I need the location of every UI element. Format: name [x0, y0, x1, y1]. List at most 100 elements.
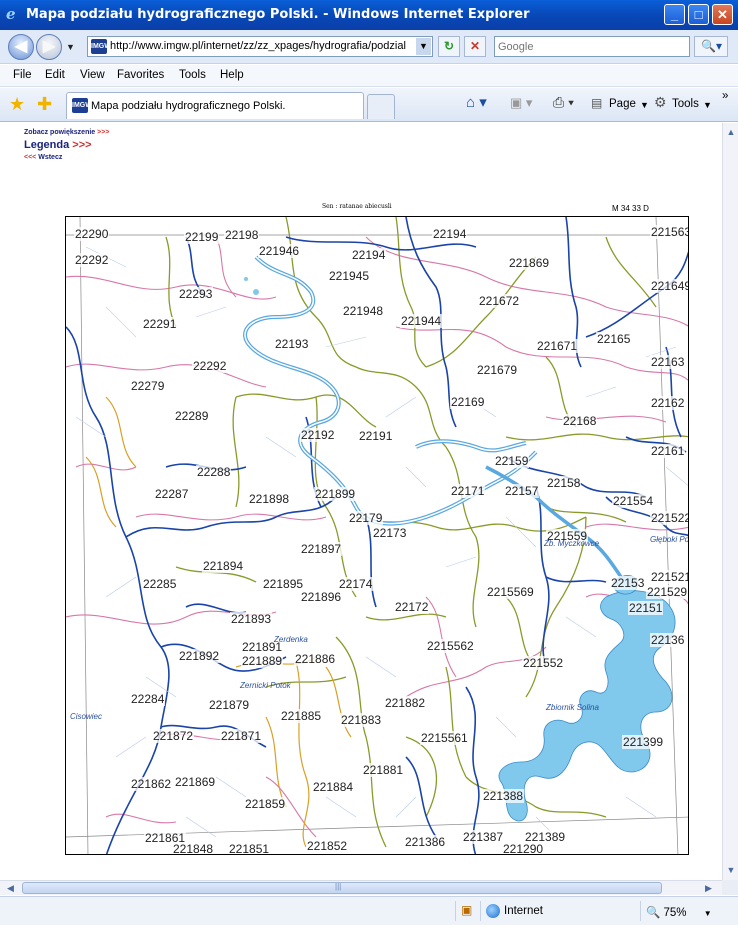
river-name-label: Zerdenka — [274, 635, 308, 644]
command-bar: ★ ✚ IMGW Mapa podziału hydrograficznego … — [0, 88, 738, 122]
river-name-label: Zbiornik Solina — [546, 703, 599, 712]
region-label: 22192 — [300, 428, 336, 442]
region-label: 22284 — [130, 692, 166, 706]
menu-view[interactable]: View — [80, 69, 105, 81]
menu-file[interactable]: File — [13, 69, 32, 81]
address-bar[interactable]: IMGW http://www.imgw.pl/internet/zz/zz_x… — [87, 36, 433, 57]
zoom-link-text: Zobacz powiększenie — [24, 129, 96, 136]
region-label: 221899 — [314, 487, 357, 501]
region-label: 22172 — [394, 600, 430, 614]
recent-pages-dropdown[interactable]: ▼ — [66, 42, 75, 52]
stop-button[interactable]: ✕ — [464, 36, 486, 57]
more-commands-button[interactable]: » — [722, 90, 728, 102]
hydrographic-map[interactable]: 22293 22291 22292 22279 22289 22288 22287 22285… — [65, 216, 689, 855]
menu-edit[interactable]: Edit — [45, 69, 65, 81]
horizontal-scroll-thumb[interactable]: ||| — [22, 882, 662, 894]
security-zone[interactable]: Internet — [504, 905, 543, 917]
region-label: 221529 — [646, 585, 688, 599]
menu-bar: File Edit View Favorites Tools Help — [0, 65, 738, 87]
tools-menu[interactable]: Tools — [672, 98, 699, 110]
back-link-text: Wstecz — [38, 154, 63, 161]
region-label: 221672 — [478, 294, 521, 308]
region-label: 22290 — [74, 227, 110, 241]
region-label: 221896 — [300, 590, 343, 604]
region-label: 221869 — [174, 775, 217, 789]
region-label: 22292 — [192, 359, 228, 373]
ie-logo-icon: e — [6, 5, 16, 23]
scroll-right-button[interactable]: ▶ — [701, 881, 716, 895]
tab-title: Mapa podziału hydrograficznego Polski. — [91, 100, 286, 112]
region-label: 221554 — [612, 494, 655, 508]
region-label: 221522 — [650, 511, 688, 525]
scroll-left-button[interactable]: ◀ — [3, 881, 18, 895]
menu-favorites[interactable]: Favorites — [117, 69, 164, 81]
address-dropdown[interactable]: ▼ — [416, 38, 431, 55]
add-favorite-icon[interactable]: ✚ — [37, 94, 52, 115]
browser-tab[interactable]: IMGW Mapa podziału hydrograficznego Pols… — [66, 92, 364, 119]
region-label: 221889 — [241, 654, 284, 668]
menu-help[interactable]: Help — [220, 69, 244, 81]
region-label: 22194 — [351, 248, 387, 262]
legend-link-text: Legenda — [24, 139, 70, 151]
zoom-level[interactable]: 🔍 75% ▼ — [646, 905, 712, 919]
menu-tools[interactable]: Tools — [179, 69, 206, 81]
back-link[interactable]: <<< Wstecz — [24, 154, 62, 161]
legend-link[interactable]: Legenda >>> — [24, 139, 92, 151]
region-label: 221859 — [244, 797, 287, 811]
home-button[interactable]: ⌂ ▾ — [466, 93, 487, 111]
print-button[interactable]: ⎙ ▾ — [553, 94, 574, 111]
page-menu[interactable]: Page — [609, 98, 636, 110]
scroll-up-button[interactable]: ▲ — [724, 125, 738, 139]
region-label: 221946 — [258, 244, 301, 258]
region-label: 2215569 — [486, 585, 535, 599]
search-input[interactable] — [498, 39, 684, 54]
region-label: 221882 — [384, 696, 427, 710]
region-label: 22287 — [154, 487, 190, 501]
zoom-value: 75% — [663, 907, 687, 919]
zoom-dropdown-chevron-down-icon: ▼ — [703, 909, 712, 918]
back-button[interactable]: ◀ — [8, 34, 34, 60]
vertical-scrollbar[interactable]: ▲ ▼ — [722, 123, 738, 880]
region-label: 22165 — [596, 332, 632, 346]
region-label: 22193 — [274, 337, 310, 351]
search-box[interactable] — [494, 36, 690, 57]
region-label: 22289 — [174, 409, 210, 423]
region-label: 221671 — [536, 339, 579, 353]
address-url[interactable]: http://www.imgw.pl/internet/zz/zz_xpages… — [110, 40, 416, 52]
region-label: 22173 — [372, 526, 408, 540]
window-title-bar[interactable]: e Mapa podziału hydrograficznego Polski.… — [0, 0, 738, 30]
zoom-link-arrows: >>> — [97, 129, 110, 136]
gear-icon: ⚙ — [654, 94, 667, 110]
region-label: 22169 — [450, 395, 486, 409]
region-label: 22161 — [650, 444, 686, 458]
feeds-button[interactable]: ▣ ▾ — [510, 95, 532, 111]
region-label: 221886 — [294, 652, 337, 666]
maximize-button[interactable]: □ — [688, 4, 709, 25]
search-button[interactable]: 🔍▾ — [694, 36, 728, 57]
refresh-button[interactable]: ↻ — [438, 36, 460, 57]
river-name-label: Głęboki Potok — [650, 535, 689, 544]
region-label: 221945 — [328, 269, 371, 283]
new-tab-button[interactable] — [367, 94, 395, 119]
region-label: 221386 — [404, 835, 447, 849]
protected-mode-icon[interactable]: ▣ — [461, 903, 477, 919]
zoom-link[interactable]: Zobacz powiększenie >>> — [24, 129, 109, 136]
forward-button[interactable]: ▶ — [36, 34, 62, 60]
map-sheet-number: M 34 33 D — [612, 204, 649, 213]
favorites-star-icon[interactable]: ★ — [9, 94, 25, 115]
minimize-button[interactable]: _ — [664, 4, 685, 25]
window-title: Mapa podziału hydrograficznego Polski. -… — [26, 7, 530, 22]
region-label: 221898 — [248, 492, 291, 506]
page-content: Zobacz powiększenie >>> Legenda >>> <<< … — [0, 123, 722, 880]
close-button[interactable]: ✕ — [712, 4, 733, 25]
region-label: 221851 — [228, 842, 271, 855]
horizontal-scrollbar[interactable]: ◀ ||| ▶ — [0, 880, 722, 895]
region-label: 22292 — [74, 253, 110, 267]
status-bar: ▣ Internet 🔍 75% ▼ — [0, 896, 738, 925]
river-name-label: Zb. Myczkowce — [544, 539, 600, 548]
region-label: 221869 — [508, 256, 551, 270]
region-label: 221871 — [220, 729, 263, 743]
region-label: 22194 — [432, 227, 468, 241]
scroll-down-button[interactable]: ▼ — [724, 863, 738, 877]
region-label: 221848 — [172, 842, 215, 855]
